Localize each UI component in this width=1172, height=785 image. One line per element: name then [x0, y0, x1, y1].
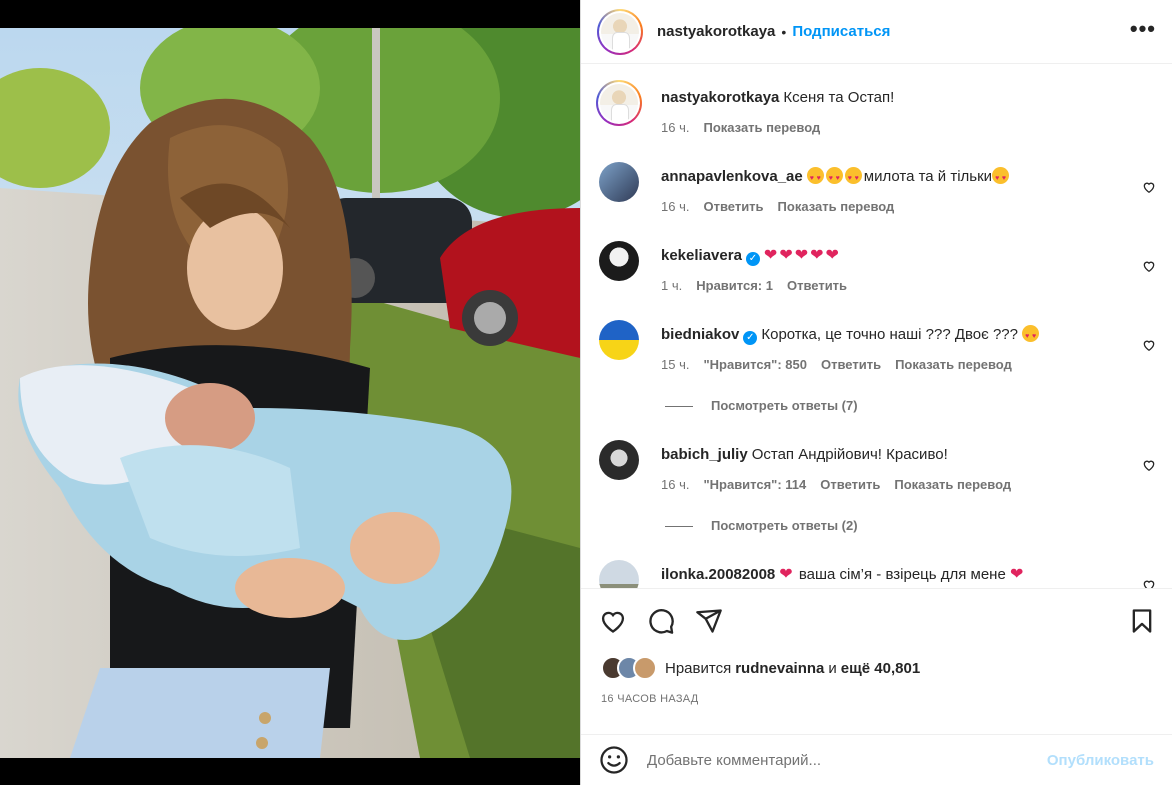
comment-text: ваша сім’я - взірець для мене — [798, 566, 1006, 583]
likes-joiner: и — [828, 659, 837, 677]
commenter-avatar[interactable] — [599, 241, 639, 281]
comment-time[interactable]: 16 ч. — [661, 199, 689, 214]
post-comment-button[interactable]: Опубликовать — [1047, 752, 1154, 769]
comment-time[interactable]: 1 ч. — [661, 278, 682, 293]
comment-like-icon[interactable] — [1142, 259, 1156, 273]
post-photo[interactable] — [0, 28, 580, 758]
comment-like-icon[interactable] — [1142, 338, 1156, 352]
commenter-avatar[interactable] — [599, 162, 639, 202]
emoji-icon[interactable] — [599, 745, 629, 775]
comment-username[interactable]: babich_juliy — [661, 446, 748, 463]
reply-button[interactable]: Ответить — [821, 357, 881, 372]
heart-eyes-emoji — [844, 167, 862, 189]
comment-text: милота та й тільки — [863, 168, 993, 185]
author-avatar[interactable] — [597, 8, 643, 55]
reply-button[interactable]: Ответить — [787, 278, 847, 293]
post-header: nastyakorotkaya • Подписаться ••• — [581, 0, 1172, 64]
view-replies-button[interactable]: Посмотреть ответы (2) — [665, 518, 858, 533]
likes-prefix: Нравится — [665, 659, 732, 677]
view-replies-button[interactable]: Посмотреть ответы (7) — [665, 398, 858, 413]
comment-text: Остап Андрійович! Красиво! — [751, 446, 948, 463]
heart-eyes-emoji — [992, 167, 1010, 189]
verified-icon: ✓ — [743, 331, 758, 345]
commenter-avatar[interactable] — [599, 560, 639, 588]
red-heart-emoji: ❤ — [825, 247, 839, 264]
comment-like-icon[interactable] — [1142, 578, 1156, 588]
post-media[interactable] — [0, 0, 580, 785]
comment-username[interactable]: ilonka.20082008 — [661, 566, 775, 583]
heart-eyes-emoji — [1022, 325, 1040, 347]
share-icon[interactable] — [695, 607, 723, 635]
comment-time[interactable]: 16 ч. — [661, 477, 689, 492]
comment-like-icon[interactable] — [1142, 458, 1156, 472]
comment-likes[interactable]: "Нравится": 114 — [703, 477, 806, 492]
add-comment-bar: Опубликовать — [581, 734, 1172, 785]
author-username[interactable]: nastyakorotkaya — [657, 23, 775, 40]
translate-button[interactable]: Показать перевод — [778, 199, 895, 214]
translate-button[interactable]: Показать перевод — [894, 477, 1011, 492]
likes-user[interactable]: rudnevainna — [735, 660, 824, 677]
commenter-avatar[interactable] — [599, 320, 639, 360]
caption-username[interactable]: nastyakorotkaya — [661, 89, 779, 106]
caption-time[interactable]: 16 ч. — [661, 120, 689, 135]
comment-username[interactable]: biedniakov — [661, 326, 739, 343]
commenter-avatar[interactable] — [599, 440, 639, 480]
caption-translate-button[interactable]: Показать перевод — [703, 120, 820, 135]
likes-count[interactable]: ещё 40,801 — [841, 660, 920, 677]
comment-text: Коротка, це точно наші ??? Двоє ??? — [761, 326, 1018, 343]
photo-illustration — [0, 28, 580, 758]
heart-eyes-emoji — [825, 167, 843, 189]
red-heart-emoji: ❤ — [763, 247, 778, 264]
follow-button[interactable]: Подписаться — [792, 23, 890, 40]
post-timestamp[interactable]: 16 ЧАСОВ НАЗАД — [601, 693, 699, 705]
red-heart-emoji: ❤ — [810, 247, 824, 264]
red-heart-emoji: ❤ — [779, 566, 793, 583]
translate-button[interactable]: Показать перевод — [895, 357, 1012, 372]
red-heart-emoji: ❤ — [1009, 566, 1024, 583]
reply-button[interactable]: Ответить — [820, 477, 880, 492]
comment-time[interactable]: 15 ч. — [661, 357, 689, 372]
post-panel: nastyakorotkaya • Подписаться ••• nastya… — [580, 0, 1172, 785]
likes-summary[interactable]: Нравится rudnevainna и ещё 40,801 — [601, 655, 924, 681]
red-heart-emoji: ❤ — [794, 247, 809, 264]
heart-eyes-emoji — [806, 167, 824, 189]
comment-icon[interactable] — [647, 607, 675, 635]
comment-likes[interactable]: "Нравится": 850 — [703, 357, 807, 372]
liker-avatars[interactable] — [601, 656, 657, 680]
reply-button[interactable]: Ответить — [703, 199, 763, 214]
more-icon[interactable]: ••• — [1130, 18, 1156, 40]
comment-input[interactable] — [647, 751, 1047, 769]
caption-text: Ксеня та Остап! — [783, 89, 895, 106]
comment-username[interactable]: kekeliavera — [661, 247, 742, 264]
caption-avatar[interactable] — [596, 80, 642, 126]
like-icon[interactable] — [599, 607, 627, 635]
red-heart-emoji: ❤ — [779, 247, 793, 264]
comment-username[interactable]: annapavlenkova_ae — [661, 168, 803, 185]
save-icon[interactable] — [1128, 607, 1156, 635]
comment-likes[interactable]: Нравится: 1 — [696, 278, 773, 293]
verified-icon: ✓ — [745, 252, 760, 266]
separator-dot: • — [781, 23, 787, 40]
comments-list[interactable]: nastyakorotkaya Ксеня та Остап! 16 ч. Пока… — [581, 65, 1172, 588]
action-bar — [581, 588, 1172, 650]
comment-like-icon[interactable] — [1142, 180, 1156, 194]
